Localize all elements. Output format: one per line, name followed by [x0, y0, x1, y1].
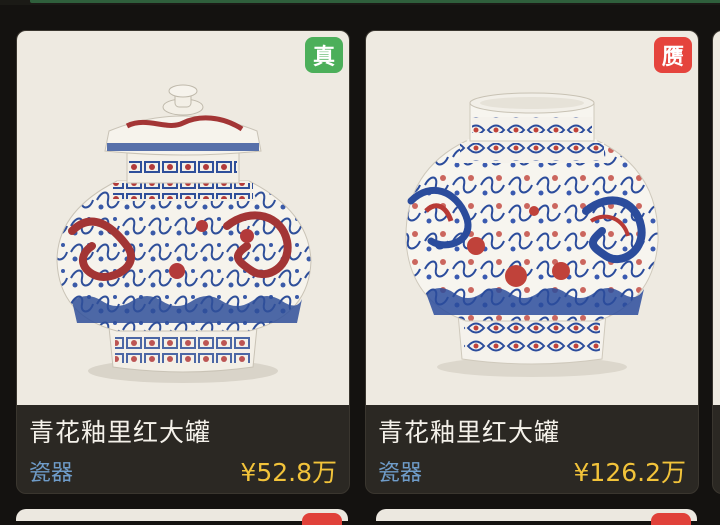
product-image[interactable] — [713, 31, 720, 405]
product-category[interactable]: 瓷器 — [29, 455, 73, 487]
jar-illustration — [405, 92, 659, 377]
product-card-partial[interactable] — [712, 30, 720, 494]
product-category[interactable]: 瓷器 — [378, 455, 422, 487]
product-price: ¥52.8万 — [240, 458, 337, 487]
product-card-partial[interactable] — [16, 509, 348, 525]
authenticity-badge — [651, 513, 691, 525]
product-card-partial[interactable] — [376, 509, 697, 525]
product-price: ¥126.2万 — [573, 458, 686, 487]
product-title: 青花釉里红大罐 — [29, 418, 212, 447]
product-grid: 真 青花釉里红大罐 瓷器 ¥52.8万 赝 青花釉里红大罐 瓷器 ¥126.2万 — [0, 0, 720, 525]
authenticity-badge: 赝 — [654, 37, 692, 73]
product-card[interactable]: 真 青花釉里红大罐 瓷器 ¥52.8万 — [16, 30, 350, 494]
product-image[interactable]: 赝 — [366, 31, 698, 405]
product-card[interactable]: 赝 青花釉里红大罐 瓷器 ¥126.2万 — [365, 30, 699, 494]
lidded-jar-illustration — [56, 84, 312, 383]
product-title: 青花釉里红大罐 — [378, 418, 561, 447]
authenticity-badge — [302, 513, 342, 525]
authenticity-badge: 真 — [305, 37, 343, 73]
product-image[interactable]: 真 — [17, 31, 349, 405]
